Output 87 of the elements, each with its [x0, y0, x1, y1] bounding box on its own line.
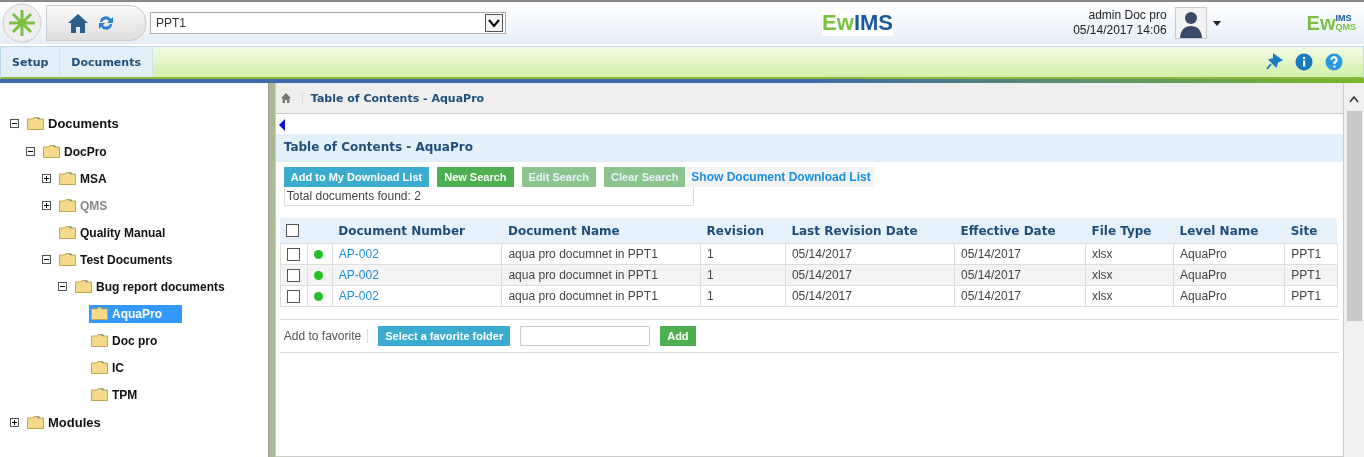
menu-tab[interactable]: Documents	[60, 47, 153, 77]
table-cell: aqua pro documnet in PPT1	[508, 268, 658, 282]
column-header[interactable]: File Type	[1085, 218, 1174, 244]
column-header[interactable]: Level Name	[1173, 218, 1285, 244]
column-header[interactable]: Last Revision Date	[785, 218, 955, 244]
table-cell: xlsx	[1091, 289, 1113, 303]
center-logo: EwIMS	[822, 10, 894, 36]
table-cell: xlsx	[1091, 247, 1113, 261]
table-cell: 05/14/2017	[791, 289, 852, 303]
result-count: Total documents found: 2	[283, 187, 694, 206]
table-cell: 05/14/2017	[791, 268, 852, 282]
table-cell: PPT1	[1291, 268, 1322, 282]
document-link[interactable]: AP-002	[338, 289, 379, 303]
folder-icon	[59, 253, 76, 266]
menu-tab[interactable]: Setup	[1, 47, 61, 77]
tree-item[interactable]: Quality Manual	[57, 223, 186, 242]
table-cell: aqua pro documnet in PPT1	[508, 289, 658, 303]
select-all-checkbox[interactable]	[286, 224, 300, 237]
collapse-arrow-icon[interactable]	[278, 119, 285, 131]
scrollbar[interactable]	[1344, 83, 1364, 457]
table-cell: 05/14/2017	[961, 247, 1022, 261]
tree-item[interactable]: DocPro	[41, 142, 127, 161]
scroll-up-icon[interactable]	[1349, 95, 1359, 103]
tree-item[interactable]: IC	[89, 358, 144, 377]
scroll-thumb[interactable]	[1346, 111, 1362, 321]
expand-icon[interactable]	[42, 174, 51, 183]
table-cell: 1	[707, 268, 714, 282]
folder-icon	[27, 416, 44, 429]
table-cell: PPT1	[1291, 247, 1322, 261]
info-icon[interactable]	[1295, 53, 1313, 71]
home-icon[interactable]	[67, 12, 89, 34]
starburst-logo-icon[interactable]	[2, 3, 42, 43]
table-cell: aqua pro documnet in PPT1	[508, 247, 658, 261]
tree-item[interactable]: Bug report documents	[73, 277, 245, 296]
tree-item[interactable]: Documents	[25, 114, 139, 133]
collapse-icon[interactable]	[58, 282, 67, 291]
tree-item[interactable]: Modules	[25, 413, 121, 432]
folder-icon	[91, 334, 108, 347]
table-cell: 05/14/2017	[961, 268, 1022, 282]
table-cell: AquaPro	[1180, 289, 1227, 303]
document-link[interactable]: AP-002	[338, 247, 379, 261]
column-header[interactable]: Document Name	[501, 218, 701, 244]
site-select[interactable]: PPT1	[150, 12, 506, 34]
table-cell: 1	[707, 289, 714, 303]
table-cell: PPT1	[1291, 289, 1322, 303]
help-icon[interactable]	[1325, 53, 1343, 71]
folder-icon	[59, 172, 76, 185]
table-cell: 1	[707, 247, 714, 261]
collapse-icon[interactable]	[26, 147, 35, 156]
favorite-label: Add to favorite	[283, 329, 369, 343]
folder-icon	[91, 361, 108, 374]
folder-icon	[59, 199, 76, 212]
caret-icon[interactable]	[1212, 20, 1221, 26]
tree-item[interactable]: TPM	[89, 385, 158, 404]
breadcrumb-link[interactable]: Table of Contents - AquaPro	[301, 91, 485, 105]
folder-icon	[75, 280, 92, 293]
folder-input-field[interactable]	[520, 326, 651, 346]
folder-icon	[91, 307, 108, 320]
column-header[interactable]: Effective Date	[954, 218, 1086, 244]
collapse-icon[interactable]	[10, 119, 19, 128]
table-cell: AquaPro	[1180, 247, 1227, 261]
tree-item[interactable]: Doc pro	[89, 331, 178, 350]
avatar-silhouette-icon[interactable]	[1174, 7, 1207, 39]
user-name: admin Doc pro	[1088, 8, 1167, 23]
table-cell: 05/14/2017	[791, 247, 852, 261]
pin-icon[interactable]	[1265, 53, 1283, 71]
panel-title: Table of Contents - AquaPro	[275, 134, 1343, 162]
folder-icon	[91, 388, 108, 401]
column-header[interactable]: Document Number	[332, 218, 502, 244]
tree-item[interactable]: MSA	[57, 169, 127, 188]
expand-icon[interactable]	[10, 418, 19, 427]
folder-icon	[27, 117, 44, 130]
table-cell: xlsx	[1091, 268, 1113, 282]
row-checkbox[interactable]	[286, 268, 300, 282]
folder-icon	[43, 145, 60, 158]
column-header[interactable]: Site	[1284, 218, 1338, 244]
folder-icon	[59, 226, 76, 239]
refresh-icon[interactable]	[97, 14, 115, 32]
tree-item[interactable]: Test Documents	[57, 250, 193, 269]
home-icon[interactable]	[279, 92, 292, 104]
date-time: 05/14/2017 14:06	[1073, 23, 1167, 38]
collapse-icon[interactable]	[42, 255, 51, 264]
table-cell: 05/14/2017	[961, 289, 1022, 303]
row-checkbox[interactable]	[286, 289, 300, 303]
table-cell: AquaPro	[1180, 268, 1227, 282]
column-header[interactable]: Revision	[700, 218, 786, 244]
row-checkbox[interactable]	[286, 247, 300, 261]
